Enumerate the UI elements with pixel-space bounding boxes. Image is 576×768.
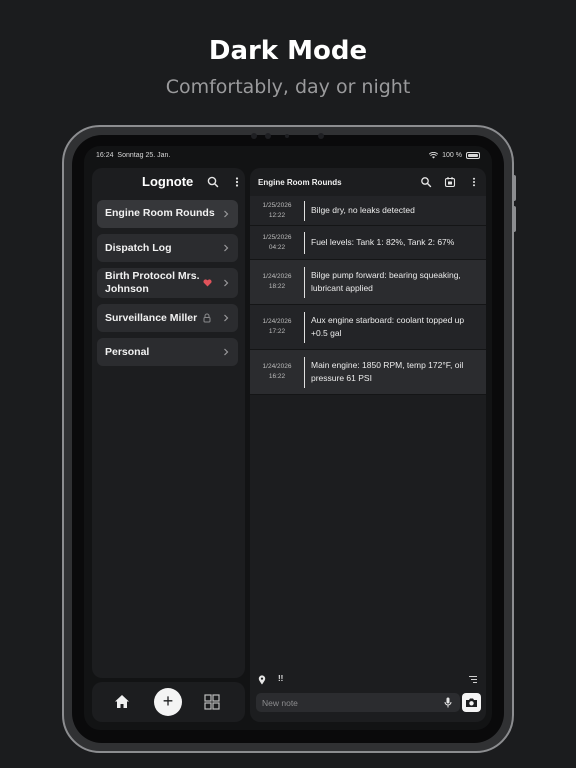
app-title: Lognote <box>142 174 194 189</box>
entry-text: Fuel levels: Tank 1: 82%, Tank 2: 67% <box>311 237 455 247</box>
volume-button <box>512 206 516 232</box>
log-entry-list: 1/25/2026 12:22 Bilge dry, no leaks dete… <box>250 196 486 395</box>
notebook-label: Personal <box>105 346 150 358</box>
entry-time: 18:22 <box>268 283 286 290</box>
wifi-icon <box>429 152 439 159</box>
camera-icon <box>466 698 477 707</box>
entry-time: 17:22 <box>268 328 286 335</box>
notebook-item-surveillance-miller[interactable]: Surveillance Miller <box>97 304 238 332</box>
add-entry-button[interactable]: + <box>154 688 182 716</box>
notebook-label: Birth Protocol Mrs. Johnson <box>105 270 200 295</box>
entry-date: 1/24/2026 <box>262 273 292 280</box>
more-vertical-icon[interactable] <box>468 176 480 188</box>
chevron-right-icon <box>224 348 229 356</box>
composer-toolbar: !! <box>258 674 478 686</box>
camera-button[interactable] <box>462 693 481 712</box>
notebook-item-dispatch-log[interactable]: Dispatch Log <box>97 234 238 262</box>
log-entry[interactable]: 1/24/2026 17:22 Aux engine starboard: co… <box>250 305 486 350</box>
status-time: 16:24 <box>96 152 114 159</box>
important-marker[interactable]: !! <box>278 674 283 683</box>
grid-icon[interactable] <box>204 694 220 710</box>
status-bar: 16:24 Sonntag 25. Jan. 100 % <box>96 152 480 164</box>
location-pin-icon[interactable] <box>258 675 266 685</box>
battery-percent: 100 % <box>442 152 462 159</box>
notebook-sidebar: Lognote Engine Room Rounds Dispatch Log … <box>92 168 245 678</box>
log-entry[interactable]: 1/24/2026 16:22 Main engine: 1850 RPM, t… <box>250 350 486 395</box>
entry-time: 04:22 <box>268 244 286 251</box>
entry-text: Bilge dry, no leaks detected <box>311 205 415 215</box>
chevron-right-icon <box>224 210 229 218</box>
calendar-icon[interactable] <box>444 176 456 188</box>
chevron-right-icon <box>224 314 229 322</box>
entry-divider <box>304 232 305 254</box>
notebook-item-engine-room-rounds[interactable]: Engine Room Rounds <box>97 200 238 228</box>
search-icon[interactable] <box>420 176 432 188</box>
log-entry[interactable]: 1/25/2026 12:22 Bilge dry, no leaks dete… <box>250 196 486 226</box>
list-indent-icon[interactable] <box>468 675 478 684</box>
chevron-right-icon <box>224 279 229 287</box>
entry-date: 1/25/2026 <box>262 234 292 241</box>
home-icon[interactable] <box>114 694 130 709</box>
log-title: Engine Room Rounds <box>258 178 342 187</box>
entry-date: 1/25/2026 <box>262 202 292 209</box>
entry-text: Aux engine starboard: coolant topped up … <box>311 315 465 338</box>
entry-time: 16:22 <box>268 373 286 380</box>
log-detail-pane: Engine Room Rounds 1/25/2026 12:22 Bilge… <box>250 168 486 722</box>
entry-divider <box>304 357 305 388</box>
status-date: Sonntag 25. Jan. <box>117 152 171 159</box>
volume-button <box>512 175 516 201</box>
lock-icon <box>203 313 211 323</box>
marketing-subline: Comfortably, day or night <box>165 76 411 98</box>
camera-bar <box>245 132 331 140</box>
bottom-navigation: + <box>92 682 245 722</box>
notebook-label: Dispatch Log <box>105 242 172 254</box>
log-entry[interactable]: 1/24/2026 18:22 Bilge pump forward: bear… <box>250 260 486 305</box>
search-icon[interactable] <box>206 175 220 189</box>
entry-divider <box>304 201 305 221</box>
more-vertical-icon[interactable] <box>230 175 244 189</box>
notebook-label: Surveillance Miller <box>105 312 198 324</box>
entry-date: 1/24/2026 <box>262 363 292 370</box>
screen: 16:24 Sonntag 25. Jan. 100 % Lognote Eng… <box>84 146 492 730</box>
heart-icon <box>203 279 212 287</box>
microphone-icon[interactable] <box>444 697 452 708</box>
chevron-right-icon <box>224 244 229 252</box>
entry-text: Bilge pump forward: bearing squeaking, l… <box>311 270 461 293</box>
entry-date: 1/24/2026 <box>262 318 292 325</box>
notebook-label: Engine Room Rounds <box>105 207 215 219</box>
marketing-headline: Dark Mode <box>208 36 368 66</box>
entry-time: 12:22 <box>268 212 286 219</box>
log-entry[interactable]: 1/25/2026 04:22 Fuel levels: Tank 1: 82%… <box>250 226 486 260</box>
notebook-item-personal[interactable]: Personal <box>97 338 238 366</box>
entry-text: Main engine: 1850 RPM, temp 172°F, oil p… <box>311 360 464 383</box>
notebook-item-birth-protocol[interactable]: Birth Protocol Mrs. Johnson <box>97 268 238 298</box>
battery-icon <box>466 152 480 159</box>
entry-divider <box>304 267 305 298</box>
new-note-input[interactable] <box>256 693 460 712</box>
entry-divider <box>304 312 305 343</box>
